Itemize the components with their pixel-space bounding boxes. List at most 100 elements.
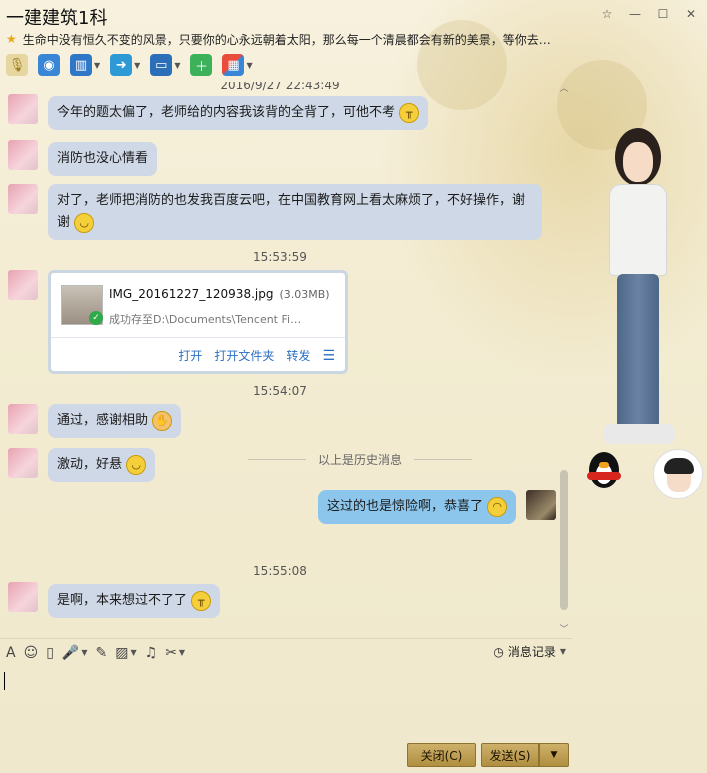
favorite-icon[interactable]: ☆	[597, 6, 617, 22]
chevron-down-icon[interactable]: ▼	[134, 61, 140, 70]
image-icon[interactable]: ▨ ▼	[115, 643, 136, 663]
sad-emoji-icon: ╥	[399, 102, 420, 123]
smile-emoji-icon: ◡	[74, 212, 95, 233]
file-card[interactable]: ✓ IMG_20161227_120938.jpg (3.03MB) 成功存至D:…	[48, 270, 348, 374]
text-cursor	[4, 672, 5, 690]
forward-link[interactable]: 转发	[286, 347, 310, 364]
emoji-icon[interactable]: ☺	[24, 643, 39, 663]
message-text: 是啊，本来想过不了了	[57, 593, 188, 608]
smile-emoji-icon: ◡	[126, 454, 147, 475]
screen-share-icon: ▥	[70, 54, 92, 76]
remote-assist-button[interactable]: ▭ ▼	[148, 52, 182, 78]
apps-button[interactable]: ▦ ▼	[220, 52, 254, 78]
chevron-down-icon[interactable]: ▼	[179, 648, 185, 657]
camera-icon: ◉	[38, 54, 60, 76]
scroll-down-icon[interactable]: ﹀	[558, 625, 570, 635]
message-list[interactable]: 2016/9/27 22:43:49 今年的题太偏了，老师给的内容我该背的全背了…	[0, 82, 572, 637]
music-icon[interactable]: ♫	[145, 643, 158, 663]
microphone-icon: 🎙	[6, 54, 28, 76]
character-top	[609, 184, 667, 276]
avatar[interactable]	[8, 404, 38, 434]
contact-hair	[664, 458, 694, 474]
file-actions: 打开 打开文件夹 转发 ☰	[178, 347, 335, 364]
chevron-down-icon[interactable]: ▼	[246, 61, 252, 70]
open-file-link[interactable]: 打开	[178, 347, 202, 364]
message-bubble: 今年的题太偏了，老师给的内容我该背的全背了，可他不考 ╥	[48, 96, 429, 130]
chat-window: 一建建筑1科 ☆ — ☐ ✕ ★ 生命中没有恒久不变的风景，只要你的心永远朝着太…	[0, 0, 707, 773]
message-bubble: 激动，好悬 ◡	[48, 448, 156, 482]
new-chat-button[interactable]: ＋	[188, 52, 214, 78]
share-screen-button[interactable]: ▥ ▼	[68, 52, 102, 78]
chevron-down-icon: ▼	[559, 647, 566, 656]
message-text: 对了，老师把消防的也发我百度云吧，在中国教育网上看太麻烦了，不好操作，谢谢	[57, 193, 526, 230]
avatar[interactable]	[8, 94, 38, 124]
close-button[interactable]: 关闭(C)	[407, 743, 476, 767]
message-bubble: 消防也没心情看	[48, 142, 158, 176]
file-name-text: IMG_20161227_120938.jpg	[109, 287, 274, 301]
font-icon[interactable]: A	[6, 643, 16, 663]
character-face	[623, 142, 653, 182]
signature-line: ★ 生命中没有恒久不变的风景，只要你的心永远朝着太阳，那么每一个清晨都会有新的美…	[6, 30, 551, 48]
character-shoes	[603, 424, 675, 444]
edit-icon[interactable]: ✎	[96, 643, 108, 663]
input-toolbar: A ☺ ▯ 🎤 ▼ ✎ ▨ ▼ ♫ ✂ ▼ ◷ 消息记录 ▼	[0, 638, 572, 666]
chevron-down-icon[interactable]: ▼	[174, 61, 180, 70]
send-file-button[interactable]: ➜ ▼	[108, 52, 142, 78]
chevron-down-icon[interactable]: ▼	[130, 648, 136, 657]
avatar[interactable]	[8, 270, 38, 300]
chevron-down-icon[interactable]: ▼	[94, 61, 100, 70]
message-history-button[interactable]: ◷ 消息记录 ▼	[493, 643, 566, 660]
avatar[interactable]	[8, 448, 38, 478]
message-text: 这过的也是惊险啊，恭喜了	[327, 499, 484, 514]
history-divider: 以上是历史消息	[170, 452, 550, 467]
message-text: 今年的题太偏了，老师给的内容我该背的全背了，可他不考	[57, 105, 396, 120]
message-text: 通过，感谢相助	[57, 413, 149, 428]
maximize-icon[interactable]: ☐	[653, 6, 673, 22]
file-size: (3.03MB)	[279, 288, 330, 301]
message-bubble: 通过，感谢相助 ✋	[48, 404, 182, 438]
open-folder-link[interactable]: 打开文件夹	[214, 347, 274, 364]
message-history-label: 消息记录	[507, 645, 556, 659]
menu-icon[interactable]: ☰	[322, 348, 335, 364]
shake-icon[interactable]: ▯	[46, 643, 54, 663]
message-text: 激动，好悬	[57, 457, 123, 472]
divider	[51, 337, 345, 338]
minimize-icon[interactable]: —	[625, 6, 645, 22]
message-bubble: 是啊，本来想过不了了 ╥	[48, 584, 221, 618]
character-jeans	[617, 274, 659, 429]
timestamp: 15:55:08	[253, 564, 307, 578]
send-options-chevron-icon[interactable]: ▼	[539, 743, 569, 767]
chevron-down-icon[interactable]: ▼	[81, 648, 87, 657]
message-bubble: 对了，老师把消防的也发我百度云吧，在中国教育网上看太麻烦了，不好操作，谢谢 ◡	[48, 184, 542, 240]
video-call-button[interactable]: ◉	[36, 52, 62, 78]
character-show-image[interactable]	[595, 128, 685, 453]
message-input[interactable]	[0, 666, 572, 736]
close-icon[interactable]: ✕	[681, 6, 701, 22]
self-avatar[interactable]	[526, 490, 556, 520]
avatar[interactable]	[8, 184, 38, 214]
timestamp: 2016/9/27 22:43:49	[220, 82, 340, 92]
voice-msg-icon[interactable]: 🎤 ▼	[62, 643, 88, 663]
qq-penguin-icon[interactable]	[585, 450, 625, 492]
check-icon: ✓	[89, 311, 103, 325]
add-chat-icon: ＋	[190, 54, 213, 76]
contact-avatar[interactable]	[653, 449, 703, 499]
file-status: 成功存至D:\Documents\Tencent Fi…	[109, 313, 302, 326]
file-transfer-icon: ➜	[110, 54, 133, 76]
scroll-up-icon[interactable]: ︿	[558, 84, 570, 94]
clock-icon: ◷	[493, 644, 504, 659]
send-button[interactable]: 发送(S)	[481, 743, 539, 767]
remote-desktop-icon: ▭	[150, 54, 173, 76]
voice-call-button[interactable]: 🎙	[4, 52, 30, 78]
title-bar: 一建建筑1科 ☆ — ☐ ✕	[0, 0, 707, 30]
file-name: IMG_20161227_120938.jpg (3.03MB)	[109, 287, 330, 301]
message-scrollbar[interactable]: ︿ ﹀	[558, 82, 570, 637]
penguin-beak	[599, 462, 609, 468]
divider	[247, 458, 306, 460]
apps-grid-icon: ▦	[222, 54, 245, 76]
scroll-thumb[interactable]	[560, 470, 568, 610]
avatar[interactable]	[8, 582, 38, 612]
screenshot-icon[interactable]: ✂ ▼	[165, 643, 185, 663]
timestamp: 15:54:07	[253, 384, 307, 398]
avatar[interactable]	[8, 140, 38, 170]
